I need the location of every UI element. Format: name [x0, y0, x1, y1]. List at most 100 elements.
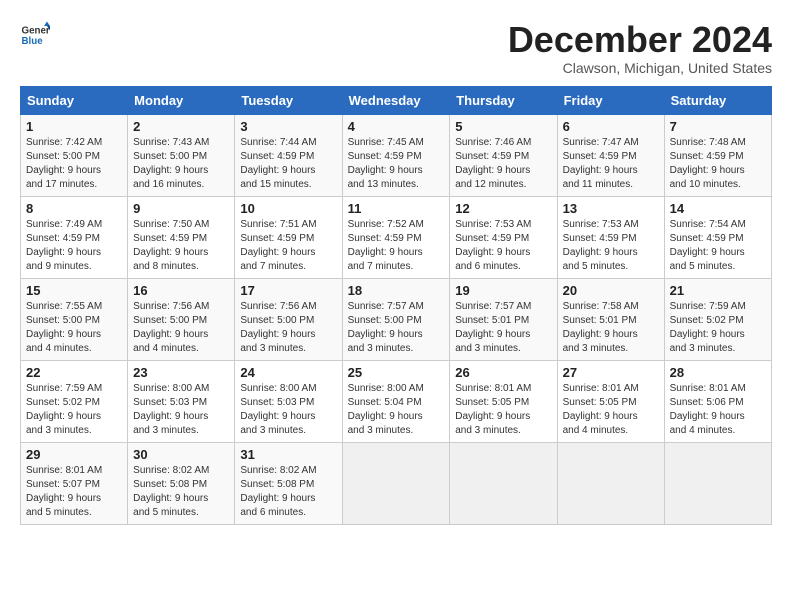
- calendar-cell: 22 Sunrise: 7:59 AMSunset: 5:02 PMDayligh…: [21, 360, 128, 442]
- day-number: 24: [240, 365, 336, 380]
- calendar-cell: 25 Sunrise: 8:00 AMSunset: 5:04 PMDayligh…: [342, 360, 450, 442]
- calendar-cell: 12 Sunrise: 7:53 AMSunset: 4:59 PMDayligh…: [450, 196, 557, 278]
- calendar-cell: 17 Sunrise: 7:56 AMSunset: 5:00 PMDayligh…: [235, 278, 342, 360]
- calendar-cell: 28 Sunrise: 8:01 AMSunset: 5:06 PMDayligh…: [664, 360, 771, 442]
- day-number: 26: [455, 365, 551, 380]
- day-number: 6: [563, 119, 659, 134]
- page-header: General Blue December 2024 Clawson, Mich…: [20, 20, 772, 76]
- day-number: 8: [26, 201, 122, 216]
- day-info: Sunrise: 8:00 AMSunset: 5:03 PMDaylight:…: [133, 382, 229, 438]
- day-info: Sunrise: 7:56 AMSunset: 5:00 PMDaylight:…: [133, 300, 229, 356]
- day-number: 15: [26, 283, 122, 298]
- column-header-wednesday: Wednesday: [342, 86, 450, 114]
- calendar-cell: 18 Sunrise: 7:57 AMSunset: 5:00 PMDayligh…: [342, 278, 450, 360]
- day-info: Sunrise: 7:54 AMSunset: 4:59 PMDaylight:…: [670, 218, 766, 274]
- column-header-saturday: Saturday: [664, 86, 771, 114]
- day-number: 19: [455, 283, 551, 298]
- day-info: Sunrise: 7:57 AMSunset: 5:01 PMDaylight:…: [455, 300, 551, 356]
- calendar-cell: 30Sunrise: 8:02 AMSunset: 5:08 PMDayligh…: [128, 442, 235, 524]
- logo: General Blue: [20, 20, 50, 50]
- day-number: 29: [26, 447, 122, 462]
- column-header-monday: Monday: [128, 86, 235, 114]
- day-info: Sunrise: 8:00 AMSunset: 5:03 PMDaylight:…: [240, 382, 336, 438]
- svg-text:Blue: Blue: [22, 36, 44, 47]
- day-info: Sunrise: 7:53 AMSunset: 4:59 PMDaylight:…: [455, 218, 551, 274]
- day-number: 4: [348, 119, 445, 134]
- day-info: Sunrise: 7:55 AMSunset: 5:00 PMDaylight:…: [26, 300, 122, 356]
- calendar-cell: [450, 442, 557, 524]
- day-info: Sunrise: 7:59 AMSunset: 5:02 PMDaylight:…: [670, 300, 766, 356]
- calendar-cell: 31 Sunrise: 8:02 AMSunset: 5:08 PMDayligh…: [235, 442, 342, 524]
- calendar-cell: 11 Sunrise: 7:52 AMSunset: 4:59 PMDayligh…: [342, 196, 450, 278]
- day-number: 31: [240, 447, 336, 462]
- logo-icon: General Blue: [20, 20, 50, 50]
- day-number: 23: [133, 365, 229, 380]
- day-info: Sunrise: 7:48 AMSunset: 4:59 PMDaylight:…: [670, 136, 766, 192]
- day-info: Sunrise: 7:44 AMSunset: 4:59 PMDaylight:…: [240, 136, 336, 192]
- day-info: Sunrise: 7:59 AMSunset: 5:02 PMDaylight:…: [26, 382, 122, 438]
- calendar-cell: [342, 442, 450, 524]
- day-info: Sunrise: 7:57 AMSunset: 5:00 PMDaylight:…: [348, 300, 445, 356]
- day-info: Sunrise: 7:51 AMSunset: 4:59 PMDaylight:…: [240, 218, 336, 274]
- day-number: 28: [670, 365, 766, 380]
- day-info: Sunrise: 8:01 AMSunset: 5:07 PMDaylight:…: [26, 464, 122, 520]
- day-number: 12: [455, 201, 551, 216]
- day-info: Sunrise: 8:00 AMSunset: 5:04 PMDaylight:…: [348, 382, 445, 438]
- day-number: 13: [563, 201, 659, 216]
- day-number: 22: [26, 365, 122, 380]
- day-number: 1: [26, 119, 122, 134]
- day-info: Sunrise: 8:01 AMSunset: 5:05 PMDaylight:…: [563, 382, 659, 438]
- svg-text:General: General: [22, 26, 51, 37]
- calendar-cell: 14 Sunrise: 7:54 AMSunset: 4:59 PMDayligh…: [664, 196, 771, 278]
- calendar-cell: 5 Sunrise: 7:46 AMSunset: 4:59 PMDaylight…: [450, 114, 557, 196]
- day-number: 3: [240, 119, 336, 134]
- day-info: Sunrise: 7:49 AMSunset: 4:59 PMDaylight:…: [26, 218, 122, 274]
- location: Clawson, Michigan, United States: [508, 60, 772, 76]
- day-info: Sunrise: 7:52 AMSunset: 4:59 PMDaylight:…: [348, 218, 445, 274]
- calendar-cell: 2Sunrise: 7:43 AMSunset: 5:00 PMDaylight…: [128, 114, 235, 196]
- day-number: 25: [348, 365, 445, 380]
- day-number: 11: [348, 201, 445, 216]
- calendar-cell: 6 Sunrise: 7:47 AMSunset: 4:59 PMDaylight…: [557, 114, 664, 196]
- day-number: 30: [133, 447, 229, 462]
- calendar-cell: 10Sunrise: 7:51 AMSunset: 4:59 PMDayligh…: [235, 196, 342, 278]
- day-info: Sunrise: 8:02 AMSunset: 5:08 PMDaylight:…: [240, 464, 336, 520]
- calendar-cell: 16 Sunrise: 7:56 AMSunset: 5:00 PMDayligh…: [128, 278, 235, 360]
- calendar-cell: 3 Sunrise: 7:44 AMSunset: 4:59 PMDaylight…: [235, 114, 342, 196]
- day-number: 17: [240, 283, 336, 298]
- day-info: Sunrise: 7:56 AMSunset: 5:00 PMDaylight:…: [240, 300, 336, 356]
- calendar-cell: 7Sunrise: 7:48 AMSunset: 4:59 PMDaylight…: [664, 114, 771, 196]
- day-info: Sunrise: 7:43 AMSunset: 5:00 PMDaylight:…: [133, 136, 229, 192]
- day-info: Sunrise: 8:01 AMSunset: 5:05 PMDaylight:…: [455, 382, 551, 438]
- day-info: Sunrise: 7:50 AMSunset: 4:59 PMDaylight:…: [133, 218, 229, 274]
- calendar-cell: [664, 442, 771, 524]
- day-info: Sunrise: 7:58 AMSunset: 5:01 PMDaylight:…: [563, 300, 659, 356]
- column-header-friday: Friday: [557, 86, 664, 114]
- day-info: Sunrise: 7:46 AMSunset: 4:59 PMDaylight:…: [455, 136, 551, 192]
- calendar-week-1: 1 Sunrise: 7:42 AMSunset: 5:00 PMDaylight…: [21, 114, 772, 196]
- calendar-cell: 9 Sunrise: 7:50 AMSunset: 4:59 PMDaylight…: [128, 196, 235, 278]
- day-number: 9: [133, 201, 229, 216]
- day-number: 20: [563, 283, 659, 298]
- calendar-week-5: 29 Sunrise: 8:01 AMSunset: 5:07 PMDayligh…: [21, 442, 772, 524]
- column-header-thursday: Thursday: [450, 86, 557, 114]
- day-number: 5: [455, 119, 551, 134]
- column-header-tuesday: Tuesday: [235, 86, 342, 114]
- calendar-cell: 19 Sunrise: 7:57 AMSunset: 5:01 PMDayligh…: [450, 278, 557, 360]
- calendar-cell: 8 Sunrise: 7:49 AMSunset: 4:59 PMDaylight…: [21, 196, 128, 278]
- calendar-cell: 29 Sunrise: 8:01 AMSunset: 5:07 PMDayligh…: [21, 442, 128, 524]
- day-number: 18: [348, 283, 445, 298]
- calendar-week-2: 8 Sunrise: 7:49 AMSunset: 4:59 PMDaylight…: [21, 196, 772, 278]
- day-number: 16: [133, 283, 229, 298]
- day-info: Sunrise: 8:01 AMSunset: 5:06 PMDaylight:…: [670, 382, 766, 438]
- calendar-cell: 13Sunrise: 7:53 AMSunset: 4:59 PMDayligh…: [557, 196, 664, 278]
- calendar-cell: 20 Sunrise: 7:58 AMSunset: 5:01 PMDayligh…: [557, 278, 664, 360]
- day-info: Sunrise: 7:47 AMSunset: 4:59 PMDaylight:…: [563, 136, 659, 192]
- calendar-cell: 15 Sunrise: 7:55 AMSunset: 5:00 PMDayligh…: [21, 278, 128, 360]
- title-block: December 2024 Clawson, Michigan, United …: [508, 20, 772, 76]
- day-info: Sunrise: 7:42 AMSunset: 5:00 PMDaylight:…: [26, 136, 122, 192]
- day-number: 14: [670, 201, 766, 216]
- day-number: 21: [670, 283, 766, 298]
- calendar-cell: 23 Sunrise: 8:00 AMSunset: 5:03 PMDayligh…: [128, 360, 235, 442]
- calendar-cell: 21 Sunrise: 7:59 AMSunset: 5:02 PMDayligh…: [664, 278, 771, 360]
